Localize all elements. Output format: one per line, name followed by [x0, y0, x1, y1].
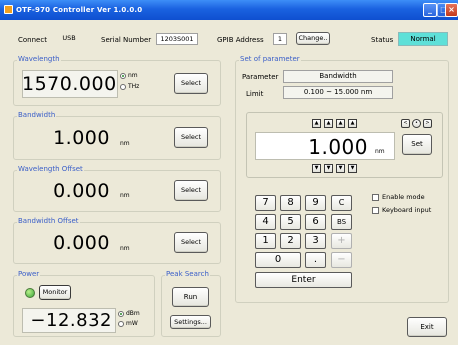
- app-icon: [4, 5, 13, 14]
- keyboard-input-checkbox[interactable]: Keyboard input: [372, 206, 431, 214]
- radio-icon: [118, 320, 124, 327]
- radio-selected-icon: [118, 310, 124, 317]
- peak-search-run-button[interactable]: Run: [172, 287, 209, 307]
- window-title: OTF-970 Controller Ver 1.0.0.0: [16, 6, 143, 14]
- digit-down-arrow-icon[interactable]: ▼: [324, 164, 333, 173]
- set-parameter-group-label: Set of parameter: [239, 55, 301, 63]
- digit-up-arrow-icon[interactable]: ▲: [312, 119, 321, 128]
- status-label: Status: [371, 36, 394, 44]
- unit-option-label: dBm: [126, 310, 140, 317]
- wavelength-offset-unit: nm: [120, 192, 130, 199]
- close-icon[interactable]: ×: [445, 3, 458, 17]
- digit-down-arrow-icon[interactable]: ▼: [312, 164, 321, 173]
- serial-number-label: Serial Number: [101, 36, 152, 44]
- wavelength-unit-thz-radio[interactable]: THz: [120, 83, 139, 90]
- key-9[interactable]: 9: [305, 195, 326, 211]
- bandwidth-offset-select-button[interactable]: Select: [174, 232, 208, 253]
- power-value: −12.832: [30, 310, 112, 331]
- wavelength-select-button[interactable]: Select: [174, 73, 208, 94]
- exit-button[interactable]: Exit: [407, 317, 447, 337]
- limit-value: 0.100 ~ 15.000 nm: [283, 86, 393, 99]
- radio-selected-icon: [120, 72, 126, 79]
- key-backspace[interactable]: BS: [331, 214, 352, 230]
- bandwidth-select-button[interactable]: Select: [174, 127, 208, 148]
- wavelength-unit-nm-radio[interactable]: nm: [120, 72, 138, 79]
- bandwidth-offset-group-label: Bandwidth Offset: [17, 217, 80, 225]
- power-unit-dbm-radio[interactable]: dBm: [118, 310, 140, 317]
- bandwidth-offset-unit: nm: [120, 245, 130, 252]
- key-7[interactable]: 7: [255, 195, 276, 211]
- digit-down-arrow-icon[interactable]: ▼: [348, 164, 357, 173]
- key-8[interactable]: 8: [280, 195, 301, 211]
- minimize-icon[interactable]: _: [423, 3, 437, 17]
- cursor-center-icon[interactable]: •: [412, 119, 421, 128]
- key-clear[interactable]: C: [331, 195, 352, 211]
- key-plus[interactable]: +: [331, 233, 352, 249]
- parameter-value: Bandwidth: [283, 70, 393, 83]
- status-badge: Normal: [398, 32, 448, 46]
- gpib-address-label: GPIB Address: [217, 36, 264, 44]
- digit-up-arrow-icon[interactable]: ▲: [348, 119, 357, 128]
- key-1[interactable]: 1: [255, 233, 276, 249]
- parameter-label: Parameter: [242, 73, 279, 81]
- bandwidth-group-label: Bandwidth: [17, 111, 57, 119]
- bandwidth-offset-value: 0.000: [53, 232, 110, 254]
- parameter-entry-unit: nm: [375, 148, 385, 155]
- bandwidth-unit: nm: [120, 140, 130, 147]
- checkbox-icon: [372, 193, 379, 201]
- peak-search-group-label: Peak Search: [165, 270, 210, 278]
- unit-option-label: THz: [128, 83, 140, 90]
- bandwidth-value: 1.000: [53, 127, 110, 149]
- parameter-entry-value: 1.000: [308, 135, 368, 159]
- monitor-button[interactable]: Monitor: [39, 285, 71, 300]
- key-0[interactable]: 0: [255, 252, 301, 268]
- key-6[interactable]: 6: [305, 214, 326, 230]
- keyboard-input-label: Keyboard input: [382, 206, 432, 214]
- peak-search-settings-button[interactable]: Settings...: [170, 315, 211, 329]
- set-button[interactable]: Set: [402, 134, 432, 155]
- unit-option-label: nm: [128, 72, 138, 79]
- checkbox-icon: [372, 206, 379, 214]
- wavelength-group-label: Wavelength: [17, 55, 61, 63]
- key-4[interactable]: 4: [255, 214, 276, 230]
- digit-up-arrow-icon[interactable]: ▲: [324, 119, 333, 128]
- connect-value: USB: [62, 34, 76, 42]
- unit-option-label: mW: [126, 320, 138, 327]
- enable-mode-label: Enable mode: [382, 193, 425, 201]
- wavelength-offset-group-label: Wavelength Offset: [17, 165, 84, 173]
- cursor-right-icon[interactable]: >: [423, 119, 432, 128]
- power-unit-mw-radio[interactable]: mW: [118, 320, 138, 327]
- power-group-label: Power: [17, 270, 41, 278]
- change-gpib-button[interactable]: Change..: [296, 32, 330, 45]
- key-minus[interactable]: −: [331, 252, 352, 268]
- cursor-left-icon[interactable]: <: [401, 119, 410, 128]
- serial-number-value: 1203S001: [156, 33, 198, 45]
- wavelength-value: 1570.000: [22, 73, 117, 95]
- gpib-address-value: 1: [273, 33, 287, 45]
- radio-icon: [120, 83, 126, 90]
- wavelength-offset-value: 0.000: [53, 180, 110, 202]
- digit-down-arrow-icon[interactable]: ▼: [336, 164, 345, 173]
- wavelength-offset-select-button[interactable]: Select: [174, 180, 208, 201]
- key-5[interactable]: 5: [280, 214, 301, 230]
- key-3[interactable]: 3: [305, 233, 326, 249]
- limit-label: Limit: [246, 90, 264, 98]
- enter-button[interactable]: Enter: [255, 272, 352, 288]
- monitor-led-icon: [25, 288, 35, 298]
- connect-label: Connect: [18, 36, 47, 44]
- key-decimal[interactable]: .: [305, 252, 326, 268]
- enable-mode-checkbox[interactable]: Enable mode: [372, 193, 425, 201]
- key-2[interactable]: 2: [280, 233, 301, 249]
- digit-up-arrow-icon[interactable]: ▲: [336, 119, 345, 128]
- title-bar: OTF-970 Controller Ver 1.0.0.0 _ □ ×: [0, 0, 458, 20]
